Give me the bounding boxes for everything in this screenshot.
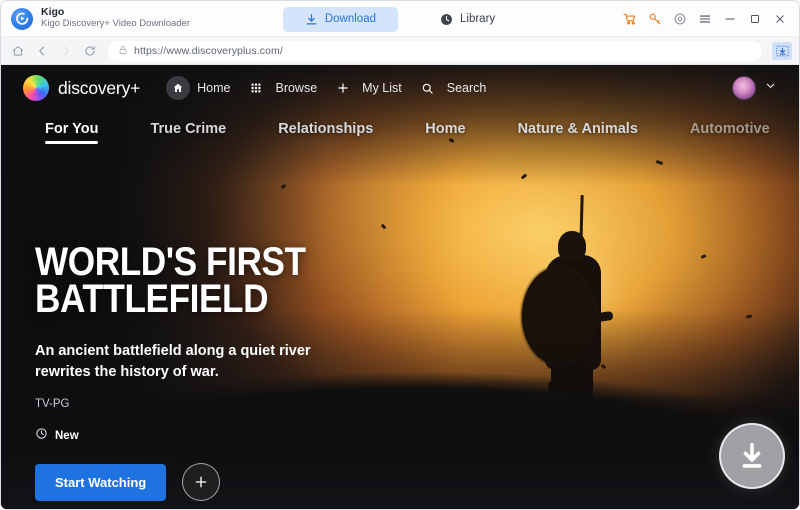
app-brand: Kigo Kigo Discovery+ Video Downloader: [11, 7, 261, 29]
add-to-list-button[interactable]: [182, 463, 220, 501]
category-tab-automotive[interactable]: Automotive: [690, 121, 770, 144]
tab-library[interactable]: Library: [418, 7, 517, 32]
clock-icon: [35, 427, 48, 445]
category-tabs: For You True Crime Relationships Home Na…: [1, 111, 799, 153]
nav-item-home-label: Home: [197, 81, 230, 95]
download-circle-icon: [735, 439, 769, 473]
kigo-logo-icon: [11, 8, 33, 30]
category-tab-for-you[interactable]: For You: [45, 121, 98, 144]
window-controls: [619, 8, 791, 30]
category-tab-relationships[interactable]: Relationships: [278, 121, 373, 144]
nav-item-search[interactable]: Search: [416, 76, 487, 100]
nav-item-my-list-label: My List: [362, 81, 402, 95]
discovery-plus-wordmark: discovery+: [58, 78, 140, 99]
maximize-icon[interactable]: [744, 8, 766, 30]
tab-download-label: Download: [325, 13, 376, 25]
clock-icon: [440, 13, 453, 26]
nav-item-search-label: Search: [447, 81, 487, 95]
hero-new-label: New: [55, 430, 79, 442]
category-tab-true-crime[interactable]: True Crime: [150, 121, 226, 144]
tab-download[interactable]: Download: [283, 7, 398, 32]
hero-description: An ancient battlefield along a quiet riv…: [35, 341, 335, 383]
menu-icon[interactable]: [694, 8, 716, 30]
lock-icon: [118, 42, 128, 60]
video-download-icon[interactable]: [772, 42, 792, 60]
nav-item-browse-label: Browse: [275, 81, 317, 95]
web-content: discovery+ Home Browse: [1, 65, 799, 509]
avatar-icon: [732, 76, 756, 100]
address-bar[interactable]: https://www.discoveryplus.com/: [108, 41, 762, 61]
tab-library-label: Library: [460, 13, 495, 25]
browser-toolbar: https://www.discoveryplus.com/: [1, 37, 799, 65]
download-icon: [305, 13, 318, 26]
gear-icon[interactable]: [669, 8, 691, 30]
back-arrow-icon[interactable]: [32, 41, 52, 61]
search-icon: [416, 76, 440, 100]
minimize-icon[interactable]: [719, 8, 741, 30]
nav-item-home[interactable]: Home: [166, 76, 230, 100]
hero-rating: TV-PG: [35, 398, 465, 410]
forward-arrow-icon: [56, 41, 76, 61]
category-tab-home[interactable]: Home: [425, 121, 465, 144]
home-icon[interactable]: [8, 41, 28, 61]
hero-title: WORLD'S FIRST BATTLEFIELD: [35, 244, 413, 319]
home-icon: [166, 76, 190, 100]
hero-new-badge: New: [35, 427, 465, 445]
start-watching-button[interactable]: Start Watching: [35, 464, 166, 501]
close-icon[interactable]: [769, 8, 791, 30]
floating-download-button[interactable]: [719, 423, 785, 489]
chevron-down-icon: [764, 79, 777, 97]
discovery-plus-brand[interactable]: discovery+: [23, 75, 140, 101]
plus-icon: [331, 76, 355, 100]
application-window: Kigo Kigo Discovery+ Video Downloader Do…: [0, 0, 800, 510]
cart-icon[interactable]: [619, 8, 641, 30]
nav-item-browse[interactable]: Browse: [244, 76, 317, 100]
address-bar-url: https://www.discoveryplus.com/: [134, 45, 283, 57]
grid-icon: [244, 76, 268, 100]
app-subtitle: Kigo Discovery+ Video Downloader: [41, 19, 190, 30]
hero-title-line-2: BATTLEFIELD: [35, 281, 413, 319]
site-navigation: discovery+ Home Browse: [1, 65, 799, 111]
category-tab-nature-animals[interactable]: Nature & Animals: [518, 121, 638, 144]
hero-content: WORLD'S FIRST BATTLEFIELD An ancient bat…: [35, 244, 465, 501]
key-icon[interactable]: [644, 8, 666, 30]
reload-icon[interactable]: [80, 41, 100, 61]
nav-item-my-list[interactable]: My List: [331, 76, 402, 100]
discovery-plus-logo-icon: [23, 75, 49, 101]
hero-title-line-1: WORLD'S FIRST: [35, 244, 413, 282]
title-bar: Kigo Kigo Discovery+ Video Downloader Do…: [1, 1, 799, 37]
hero-actions: Start Watching: [35, 463, 465, 501]
account-menu[interactable]: [732, 76, 777, 100]
